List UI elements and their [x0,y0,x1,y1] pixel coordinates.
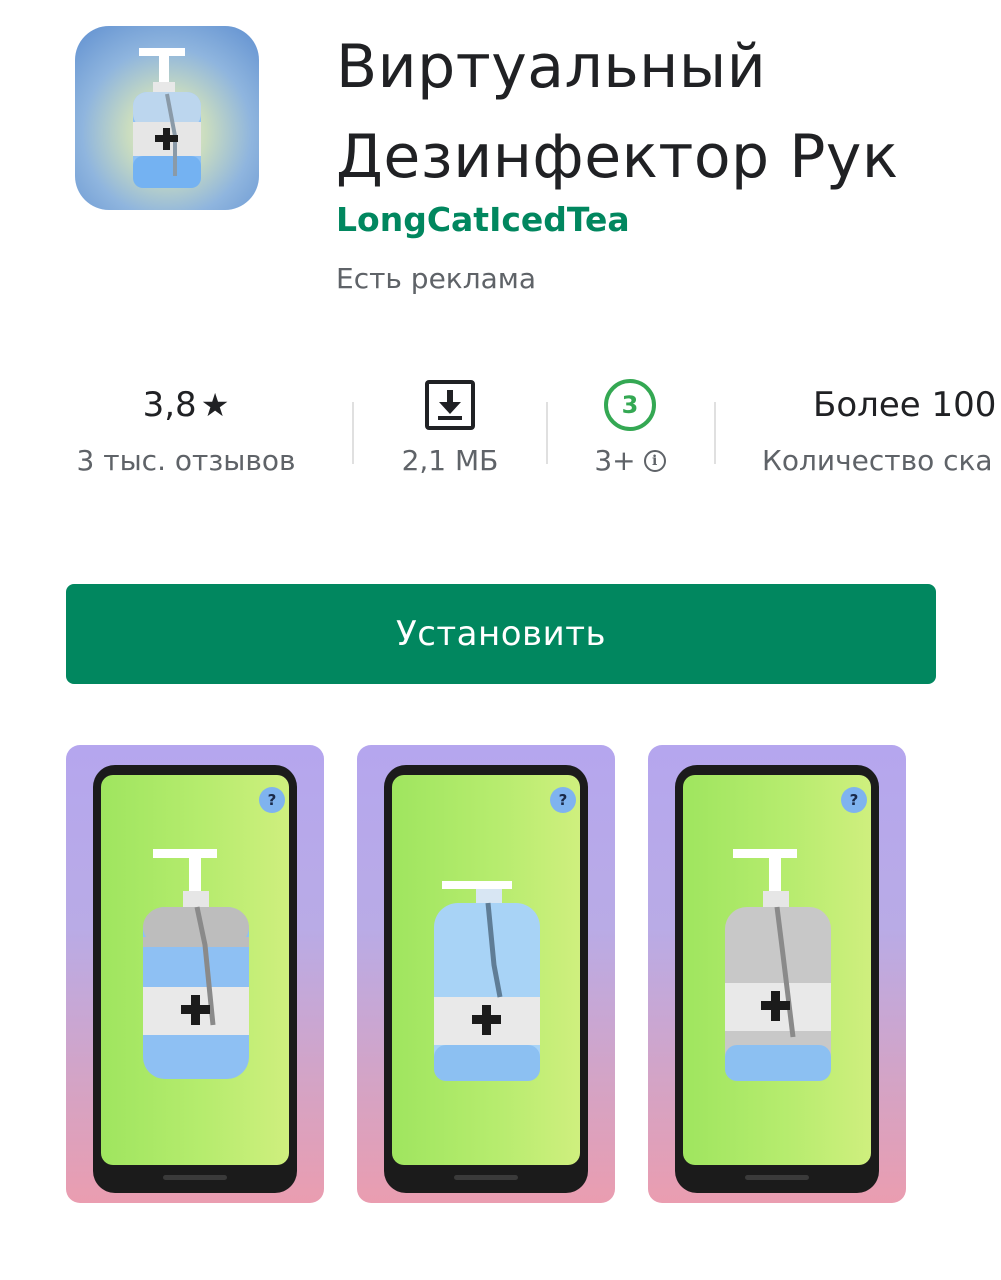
star-icon: ★ [200,386,230,424]
help-icon: ? [550,787,576,813]
downloads-stat: Более 100 Количество ска [762,370,1001,477]
age-rating-badge: 3 [604,379,656,431]
divider [546,402,548,464]
phone-frame: ? [93,765,297,1193]
help-icon: ? [259,787,285,813]
rating-stat[interactable]: 3,8 ★ 3 тыс. отзывов [66,370,306,477]
screenshot-3[interactable]: ? [648,745,906,1203]
screenshot-2[interactable]: ? [357,745,615,1203]
screenshot-1[interactable]: ? [66,745,324,1203]
install-button[interactable]: Установить [66,584,936,684]
sanitizer-bottle-empty [725,849,831,1081]
app-title-line2: Дезинфектор Рук [336,122,899,192]
ads-label: Есть реклама [336,262,537,295]
sanitizer-bottle-pump [143,849,249,1079]
home-indicator [745,1175,809,1180]
app-title-line1: Виртуальный [336,32,767,102]
sanitizer-bottle-cap [434,881,540,1081]
divider [714,402,716,464]
hand-sanitizer-icon [133,48,201,188]
home-indicator [454,1175,518,1180]
screenshots-carousel[interactable]: ? ? ? [0,745,1001,1205]
divider [352,402,354,464]
age-rating-label: 3+ [594,444,636,477]
downloads-value: Более 100 [813,385,997,425]
home-indicator [163,1175,227,1180]
info-icon[interactable]: i [643,449,666,472]
reviews-count: 3 тыс. отзывов [76,444,296,477]
size-value: 2,1 МБ [401,444,499,477]
help-icon: ? [841,787,867,813]
size-stat: 2,1 МБ [390,370,510,477]
age-stat[interactable]: 3 3+ i [580,370,680,477]
rating-value: 3,8 [142,385,197,425]
developer-link[interactable]: LongCatIcedTea [336,200,630,239]
phone-frame: ? [675,765,879,1193]
phone-frame: ? [384,765,588,1193]
downloads-label: Количество ска [762,444,993,477]
download-icon [425,380,475,430]
app-icon [75,26,259,210]
stats-row: 3,8 ★ 3 тыс. отзывов 2,1 МБ 3 3+ i Более… [0,370,1001,500]
app-title: Виртуальный Дезинфектор Рук [336,22,996,202]
